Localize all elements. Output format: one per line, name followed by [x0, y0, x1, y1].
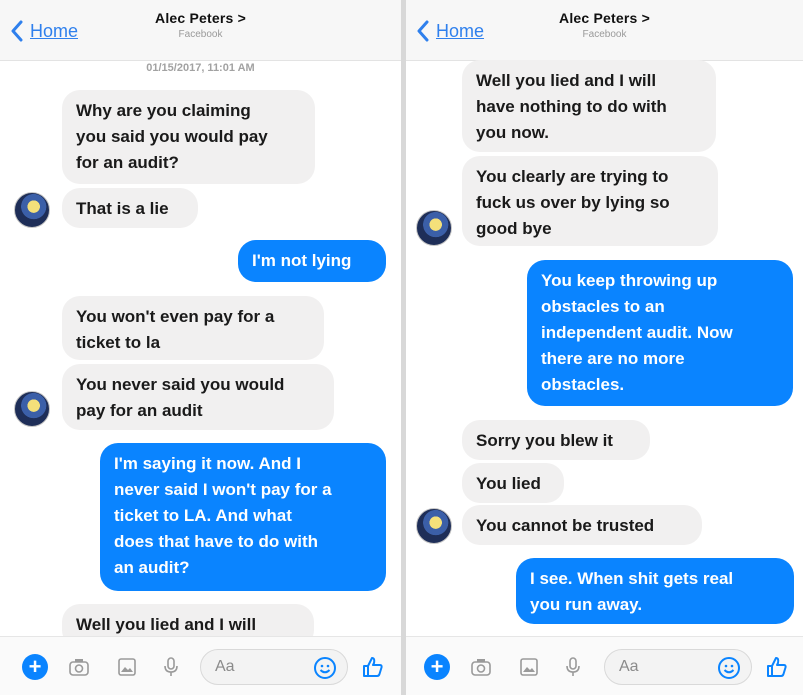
incoming-message[interactable]: Sorry you blew it — [462, 420, 650, 460]
incoming-message[interactable]: Well you lied and I will have nothing to… — [462, 60, 716, 152]
message-composer: + Aa — [406, 636, 803, 695]
contact-title-button[interactable]: Alec Peters > Facebook — [506, 10, 703, 40]
contact-source: Facebook — [178, 29, 223, 40]
home-back-button[interactable]: Home — [416, 18, 484, 44]
home-link-label: Home — [30, 20, 79, 41]
message-input-placeholder: Aa — [619, 658, 639, 675]
emoji-icon[interactable] — [717, 656, 741, 680]
thumbs-up-icon[interactable] — [764, 654, 790, 680]
message-input-placeholder: Aa — [215, 658, 235, 675]
gallery-icon[interactable] — [114, 654, 140, 680]
outgoing-message[interactable]: I see. When shit gets real you run away. — [516, 558, 794, 624]
plus-icon[interactable]: + — [424, 654, 450, 680]
home-link-label: Home — [436, 20, 485, 41]
contact-title-button[interactable]: Alec Peters > Facebook — [100, 10, 301, 40]
outgoing-message[interactable]: I'm not lying — [238, 240, 386, 282]
outgoing-message[interactable]: I'm saying it now. And I never said I wo… — [100, 443, 386, 591]
incoming-message[interactable]: You clearly are trying to fuck us over b… — [462, 156, 718, 246]
contact-avatar[interactable] — [14, 391, 50, 427]
plus-icon[interactable]: + — [22, 654, 48, 680]
contact-name: Alec Peters > — [559, 10, 650, 26]
emoji-icon[interactable] — [313, 656, 337, 680]
camera-icon[interactable] — [66, 654, 92, 680]
contact-source: Facebook — [582, 29, 627, 40]
contact-avatar[interactable] — [14, 192, 50, 228]
microphone-icon[interactable] — [158, 654, 184, 680]
incoming-message[interactable]: That is a lie — [62, 188, 198, 228]
message-input[interactable]: Aa — [200, 649, 348, 685]
gallery-icon[interactable] — [516, 654, 542, 680]
back-chevron-icon — [417, 20, 429, 42]
incoming-message[interactable]: You lied — [462, 463, 564, 503]
outgoing-message[interactable]: You keep throwing up obstacles to an ind… — [527, 260, 793, 406]
incoming-message[interactable]: You cannot be trusted — [462, 505, 702, 545]
back-chevron-icon — [11, 20, 23, 42]
message-input[interactable]: Aa — [604, 649, 752, 685]
contact-name: Alec Peters > — [155, 10, 246, 26]
message-timestamp: 01/15/2017, 11:01 AM — [146, 62, 255, 74]
left-screenshot-panel: Home Alec Peters > Facebook 01/15/2017, … — [0, 0, 401, 695]
conversation-header: Home Alec Peters > Facebook — [406, 0, 803, 61]
message-composer: + Aa — [0, 636, 401, 695]
incoming-message[interactable]: You won't even pay for a ticket to la — [62, 296, 324, 360]
conversation-header: Home Alec Peters > Facebook — [0, 0, 401, 61]
thumbs-up-icon[interactable] — [360, 654, 386, 680]
contact-avatar[interactable] — [416, 210, 452, 246]
microphone-icon[interactable] — [560, 654, 586, 680]
contact-avatar[interactable] — [416, 508, 452, 544]
incoming-message[interactable]: Why are you claiming you said you would … — [62, 90, 315, 184]
incoming-message[interactable]: You never said you would pay for an audi… — [62, 364, 334, 430]
home-back-button[interactable]: Home — [10, 18, 78, 44]
right-screenshot-panel: Home Alec Peters > Facebook Well you lie… — [406, 0, 803, 695]
camera-icon[interactable] — [468, 654, 494, 680]
